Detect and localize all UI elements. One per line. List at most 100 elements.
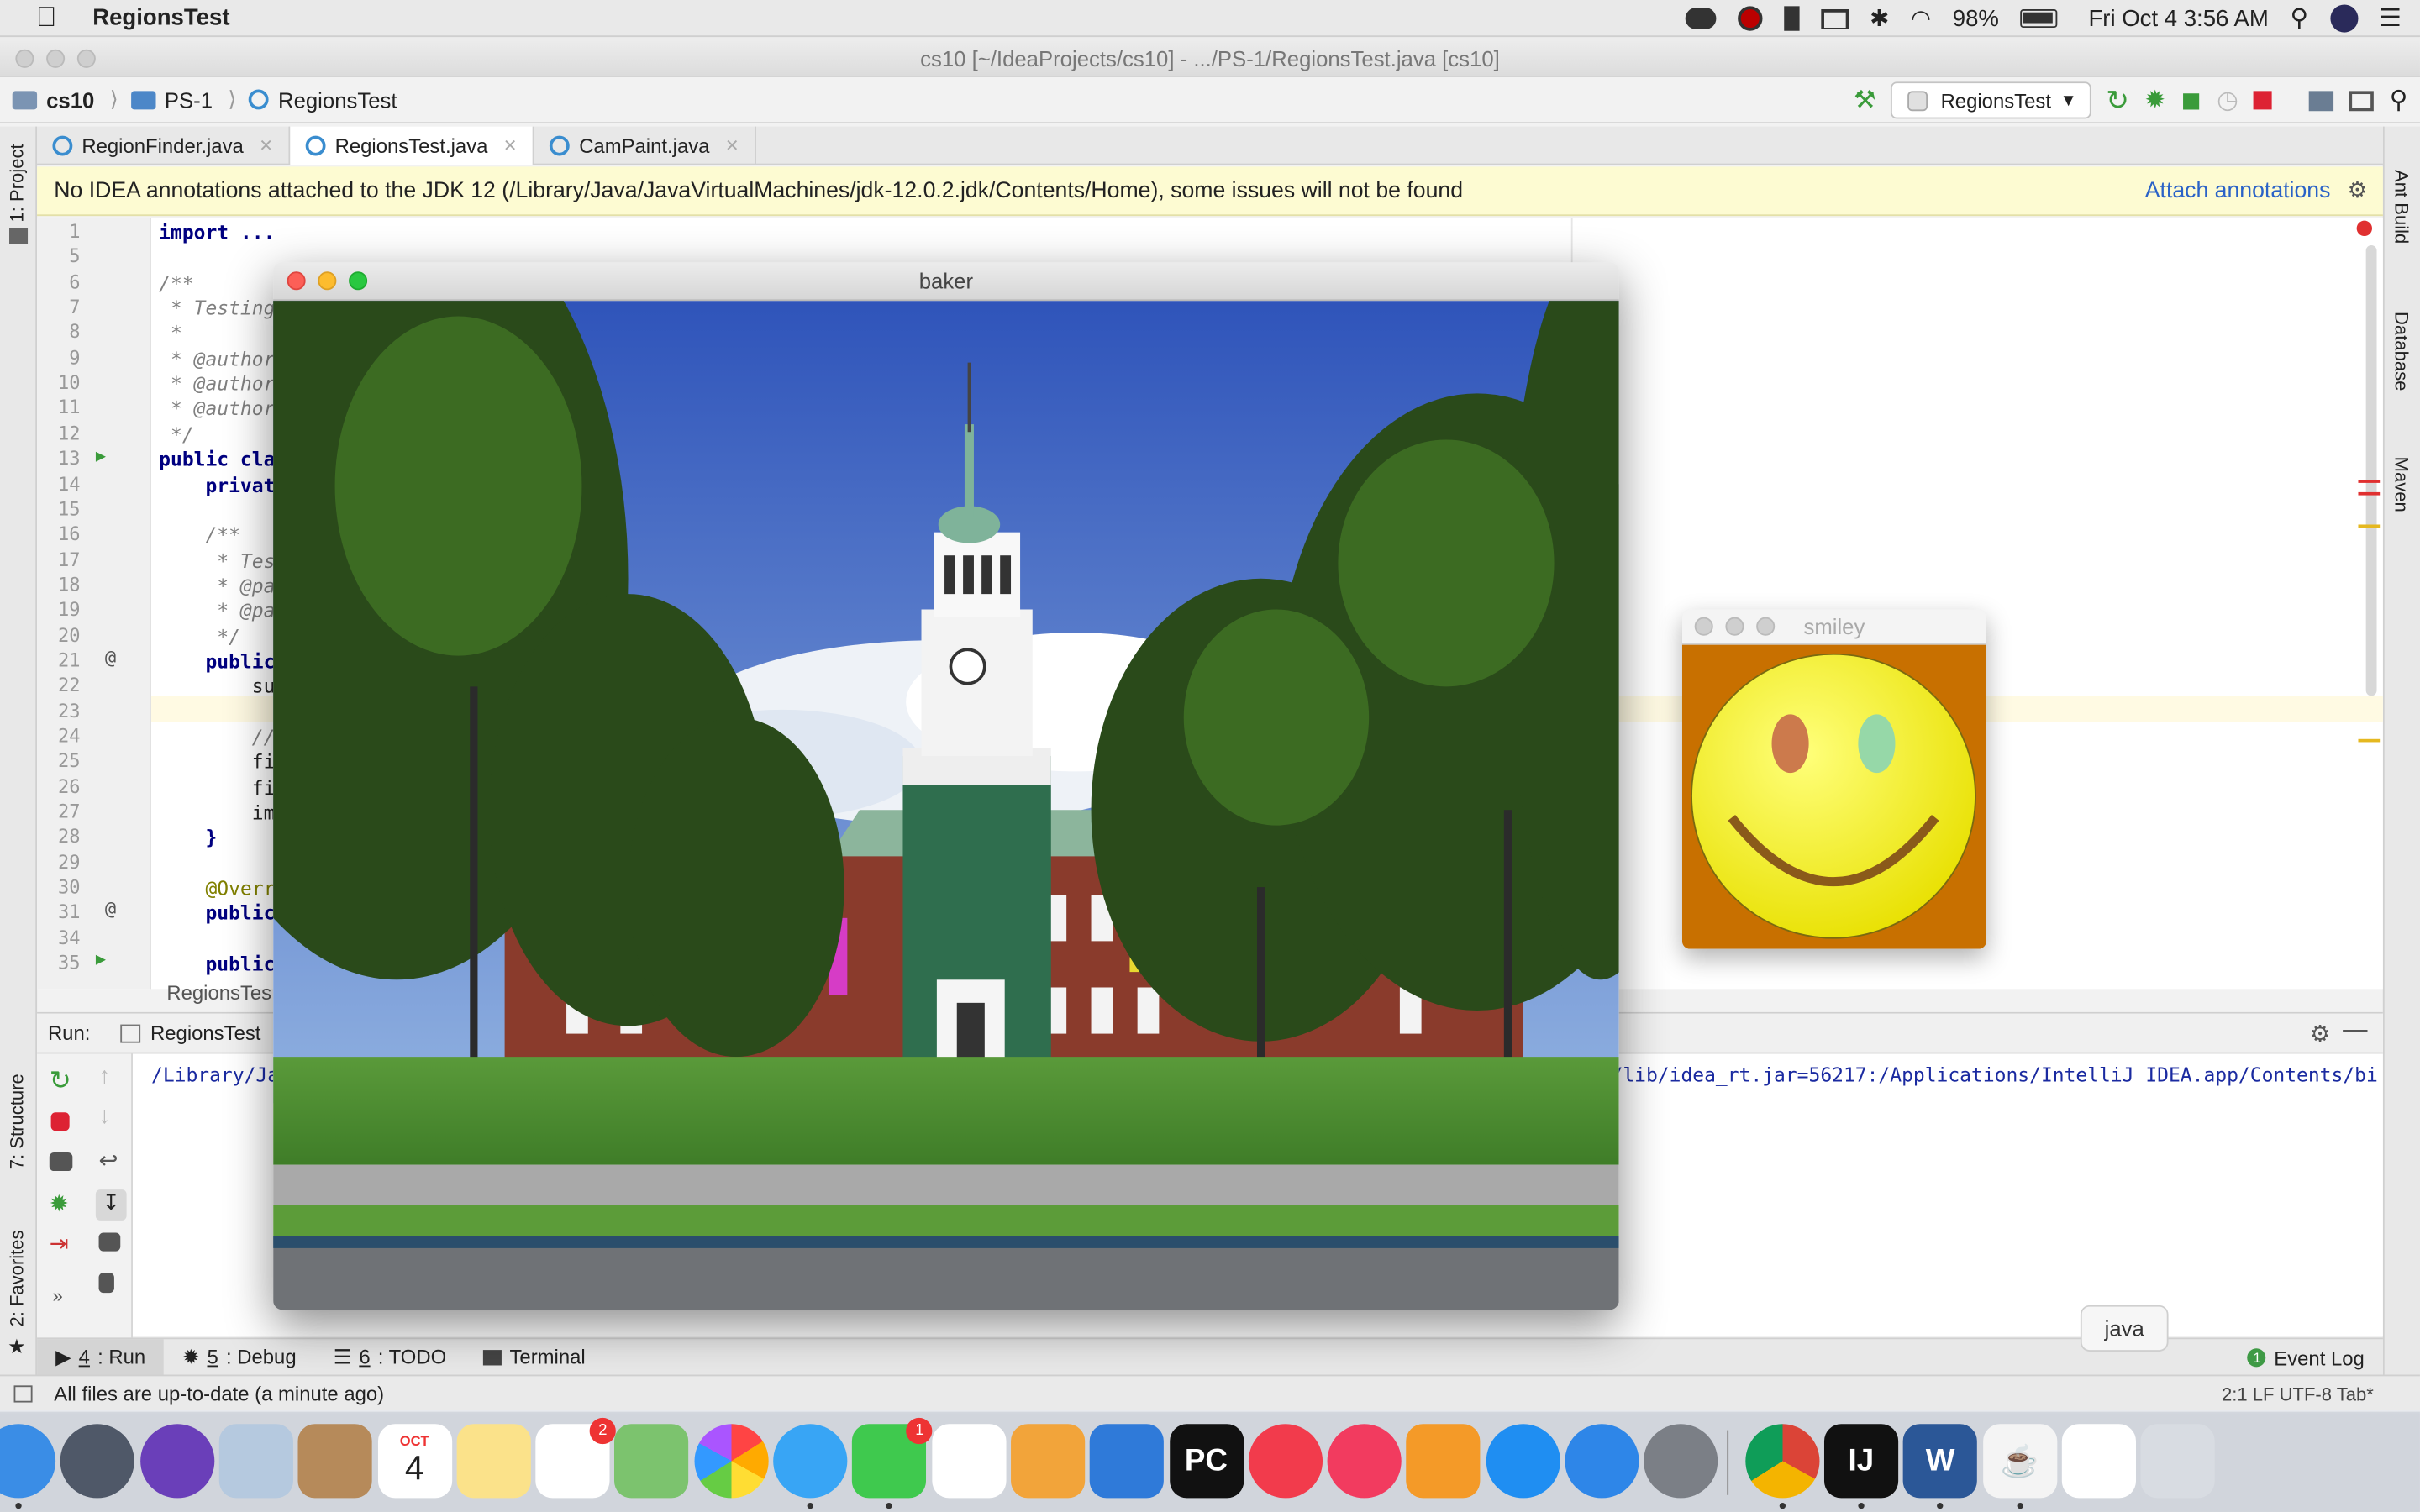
scroll-to-end-icon[interactable]: ↧ <box>95 1189 127 1221</box>
battery-icon[interactable] <box>2020 9 2058 29</box>
keynote-icon[interactable] <box>1090 1424 1165 1499</box>
attach-annotations-link[interactable]: Attach annotations <box>2145 166 2331 216</box>
apple-menu-icon[interactable]:  <box>0 2 92 34</box>
trash-icon[interactable] <box>98 1273 114 1294</box>
breadcrumb-folder[interactable]: PS-1 ⟩ <box>130 87 236 113</box>
code-line[interactable]: * @pa <box>159 599 275 622</box>
appstore-icon[interactable] <box>1486 1424 1560 1499</box>
tool-terminal[interactable]: Terminal <box>465 1338 604 1375</box>
contacts-icon[interactable] <box>297 1424 372 1499</box>
music-icon[interactable] <box>1327 1424 1402 1499</box>
debug-icon[interactable]: ✹ <box>2144 85 2165 116</box>
code-line[interactable]: * Testing <box>159 297 275 320</box>
pycharm-icon[interactable]: PC <box>1169 1424 1244 1499</box>
hide-panel-icon[interactable]: — <box>2343 1016 2367 1044</box>
clock[interactable]: Fri Oct 4 3:56 AM <box>2088 5 2268 31</box>
tool-maven[interactable]: Maven <box>2391 457 2412 512</box>
debug-restore-icon[interactable]: ✹ <box>50 1189 74 1217</box>
tool-database[interactable]: Database <box>2391 312 2412 391</box>
tool-debug[interactable]: ✹ 5: Debug <box>164 1338 314 1375</box>
code-line[interactable]: /** <box>159 523 239 547</box>
code-line[interactable]: * @pa <box>159 574 275 597</box>
pages-icon[interactable] <box>1010 1424 1085 1499</box>
code-line[interactable]: * @author <box>159 372 275 396</box>
tool-structure[interactable]: 7: Structure <box>6 1074 28 1169</box>
close-button[interactable] <box>1694 617 1713 636</box>
code-line[interactable]: fi <box>159 750 276 774</box>
gear-icon[interactable]: ⚙ <box>2348 166 2368 216</box>
messages-icon[interactable] <box>773 1424 848 1499</box>
event-log[interactable]: 1 Event Log <box>2248 1339 2365 1376</box>
zoom-button[interactable] <box>76 49 96 68</box>
run-tab[interactable]: RegionsTest <box>121 1021 260 1044</box>
camera-icon[interactable] <box>49 1152 73 1172</box>
status-toggle-icon[interactable] <box>13 1385 33 1403</box>
scroll-down-icon[interactable]: ↓ <box>99 1103 124 1129</box>
close-button[interactable] <box>287 271 306 291</box>
code-line[interactable]: public <box>159 649 275 673</box>
coverage-icon[interactable]: ◼ <box>2181 85 2201 116</box>
launchpad-icon[interactable] <box>60 1424 135 1499</box>
tool-favorites[interactable]: 2: Favorites <box>6 1230 28 1326</box>
more-icon[interactable]: » <box>52 1285 76 1310</box>
code-line[interactable]: * @author <box>159 347 275 370</box>
photos-icon[interactable] <box>693 1424 769 1499</box>
tool-project[interactable]: 1: Project <box>6 144 28 222</box>
facetime-icon[interactable]: 1 <box>852 1417 933 1499</box>
books-icon[interactable] <box>1406 1424 1481 1499</box>
finder-icon[interactable] <box>0 1424 56 1499</box>
minimize-button[interactable] <box>46 49 66 68</box>
code-line[interactable]: @Overr <box>159 876 275 900</box>
breadcrumb-project[interactable]: cs10 ⟩ <box>12 87 118 113</box>
siri-icon[interactable] <box>139 1424 214 1499</box>
run-configuration-select[interactable]: RegionsTest ▾ <box>1891 81 2091 119</box>
rerun-icon[interactable]: ↻ <box>2106 84 2129 117</box>
spotlight-icon[interactable]: ⚲ <box>2291 3 2309 34</box>
wifi-icon[interactable]: ◠ <box>1911 5 1931 32</box>
numbers-icon[interactable] <box>931 1424 1006 1499</box>
maps-icon[interactable] <box>614 1424 689 1499</box>
minimize-button[interactable] <box>318 271 337 291</box>
tab-regionfinder[interactable]: RegionFinder.java ✕ <box>37 126 291 165</box>
profile-icon[interactable]: ◷ <box>2217 85 2238 116</box>
console-output-left[interactable]: /Library/Ja <box>151 1063 279 1086</box>
close-tab-icon[interactable]: ✕ <box>503 136 518 155</box>
system-preferences-icon[interactable] <box>1644 1424 1718 1499</box>
notes-icon[interactable] <box>456 1424 531 1499</box>
tool-ant-build[interactable]: Ant Build <box>2391 170 2412 244</box>
trash-icon[interactable] <box>2140 1424 2215 1499</box>
safari-icon[interactable] <box>1565 1424 1639 1499</box>
scroll-up-icon[interactable]: ↑ <box>99 1063 124 1089</box>
calendar-icon[interactable]: OCT 4 <box>377 1424 452 1499</box>
code-line[interactable]: im <box>159 801 276 824</box>
code-line[interactable]: */ <box>159 624 240 648</box>
creative-cloud-icon[interactable] <box>1684 8 1716 29</box>
code-line[interactable]: public cla <box>159 448 275 471</box>
code-line[interactable]: public <box>159 953 275 976</box>
console-output-right[interactable]: /lib/idea_rt.jar=56217:/Applications/Int… <box>1612 1063 2378 1086</box>
code-line[interactable]: * @author <box>159 397 275 421</box>
code-line[interactable]: /** <box>159 271 193 295</box>
run-gutter-icon[interactable]: ▶ <box>96 949 106 969</box>
code-line[interactable]: privat <box>159 473 275 496</box>
code-line[interactable]: * Tes <box>159 549 275 572</box>
code-line[interactable]: import ... <box>159 221 275 244</box>
code-line[interactable]: // <box>159 725 276 748</box>
close-tab-icon[interactable]: ✕ <box>725 136 739 155</box>
stop-icon[interactable] <box>50 1112 70 1131</box>
user-avatar-icon[interactable] <box>2329 4 2358 33</box>
reminders-icon[interactable]: 2 <box>535 1417 617 1499</box>
code-line[interactable]: public <box>159 901 275 925</box>
code-line[interactable]: fi <box>159 775 276 799</box>
java-icon[interactable]: ☕ <box>1982 1424 2057 1499</box>
soft-wrap-icon[interactable]: ↩ <box>99 1147 124 1174</box>
minimize-button[interactable] <box>1725 617 1744 636</box>
tool-todo[interactable]: ☰ 6: TODO <box>315 1338 466 1375</box>
tab-campaint[interactable]: CamPaint.java ✕ <box>534 126 756 165</box>
news-icon[interactable] <box>1248 1424 1323 1499</box>
code-line[interactable]: * <box>159 322 182 345</box>
search-everywhere-icon[interactable]: ⚲ <box>2390 85 2408 116</box>
exit-icon[interactable]: ⇥ <box>50 1230 74 1257</box>
project-structure-icon[interactable] <box>2309 90 2334 111</box>
battery-app-icon[interactable] <box>1783 6 1799 31</box>
